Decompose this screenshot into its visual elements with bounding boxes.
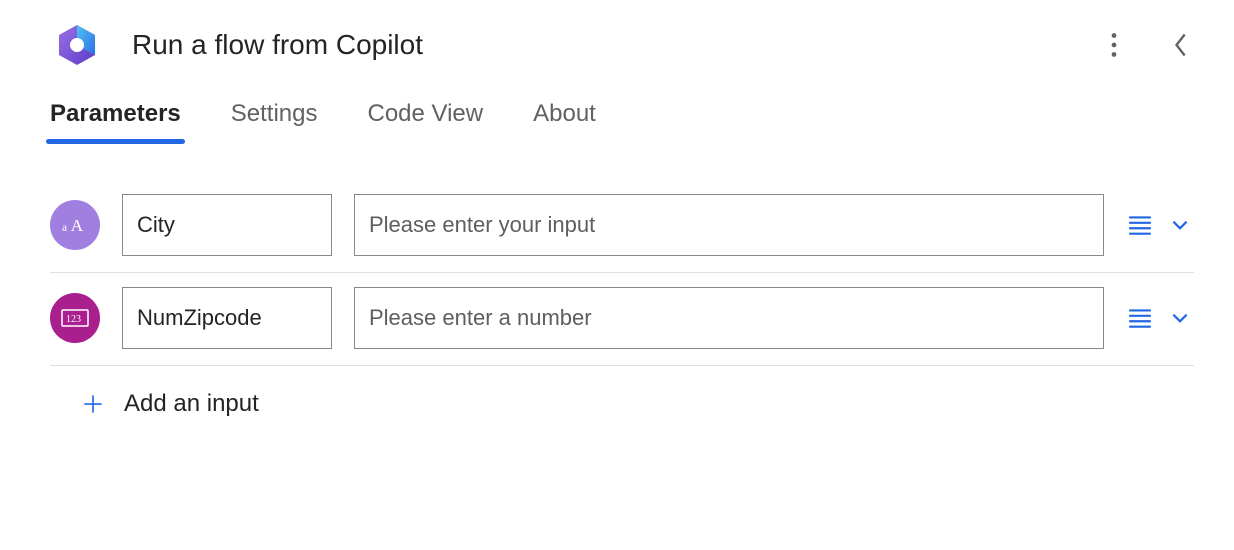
chevron-down-icon <box>1169 307 1191 329</box>
add-input-button[interactable]: Add an input <box>50 366 1194 418</box>
panel-title: Run a flow from Copilot <box>132 29 1100 61</box>
add-input-label: Add an input <box>124 390 259 418</box>
parameter-menu-button[interactable] <box>1166 211 1194 239</box>
collapse-panel-button[interactable] <box>1166 31 1194 59</box>
tab-label: Parameters <box>50 100 181 127</box>
reorder-lines-icon <box>1127 214 1153 236</box>
header-actions <box>1100 31 1194 59</box>
parameter-row-actions <box>1126 211 1194 239</box>
reorder-lines-icon <box>1127 307 1153 329</box>
tab-settings[interactable]: Settings <box>231 100 318 142</box>
reorder-button[interactable] <box>1126 304 1154 332</box>
text-type-badge: a A <box>50 200 100 250</box>
svg-text:123: 123 <box>66 314 81 325</box>
svg-text:A: A <box>71 216 84 235</box>
tab-label: About <box>533 100 596 127</box>
copilot-logo-icon <box>52 20 102 70</box>
text-type-icon: a A <box>62 215 88 235</box>
tab-about[interactable]: About <box>533 100 596 142</box>
reorder-button[interactable] <box>1126 211 1154 239</box>
tab-code-view[interactable]: Code View <box>367 100 483 142</box>
chevron-left-icon <box>1171 31 1189 59</box>
parameter-menu-button[interactable] <box>1166 304 1194 332</box>
tab-label: Settings <box>231 100 318 127</box>
parameter-value-input[interactable] <box>354 194 1104 256</box>
parameter-name-input[interactable] <box>122 287 332 349</box>
tab-label: Code View <box>367 100 483 127</box>
parameter-row-actions <box>1126 304 1194 332</box>
more-vertical-icon <box>1110 32 1118 58</box>
number-type-badge: 123 <box>50 293 100 343</box>
more-options-button[interactable] <box>1100 31 1128 59</box>
svg-text:a: a <box>62 222 67 234</box>
panel-header: Run a flow from Copilot <box>0 0 1234 80</box>
parameter-value-input[interactable] <box>354 287 1104 349</box>
parameters-list: a A <box>0 142 1234 418</box>
tab-bar: Parameters Settings Code View About <box>0 80 1234 142</box>
plus-icon <box>80 391 106 417</box>
chevron-down-icon <box>1169 214 1191 236</box>
parameter-name-input[interactable] <box>122 194 332 256</box>
number-type-icon: 123 <box>61 308 89 328</box>
tab-parameters[interactable]: Parameters <box>50 100 181 142</box>
parameter-row: a A <box>50 180 1194 273</box>
parameter-row: 123 <box>50 273 1194 366</box>
